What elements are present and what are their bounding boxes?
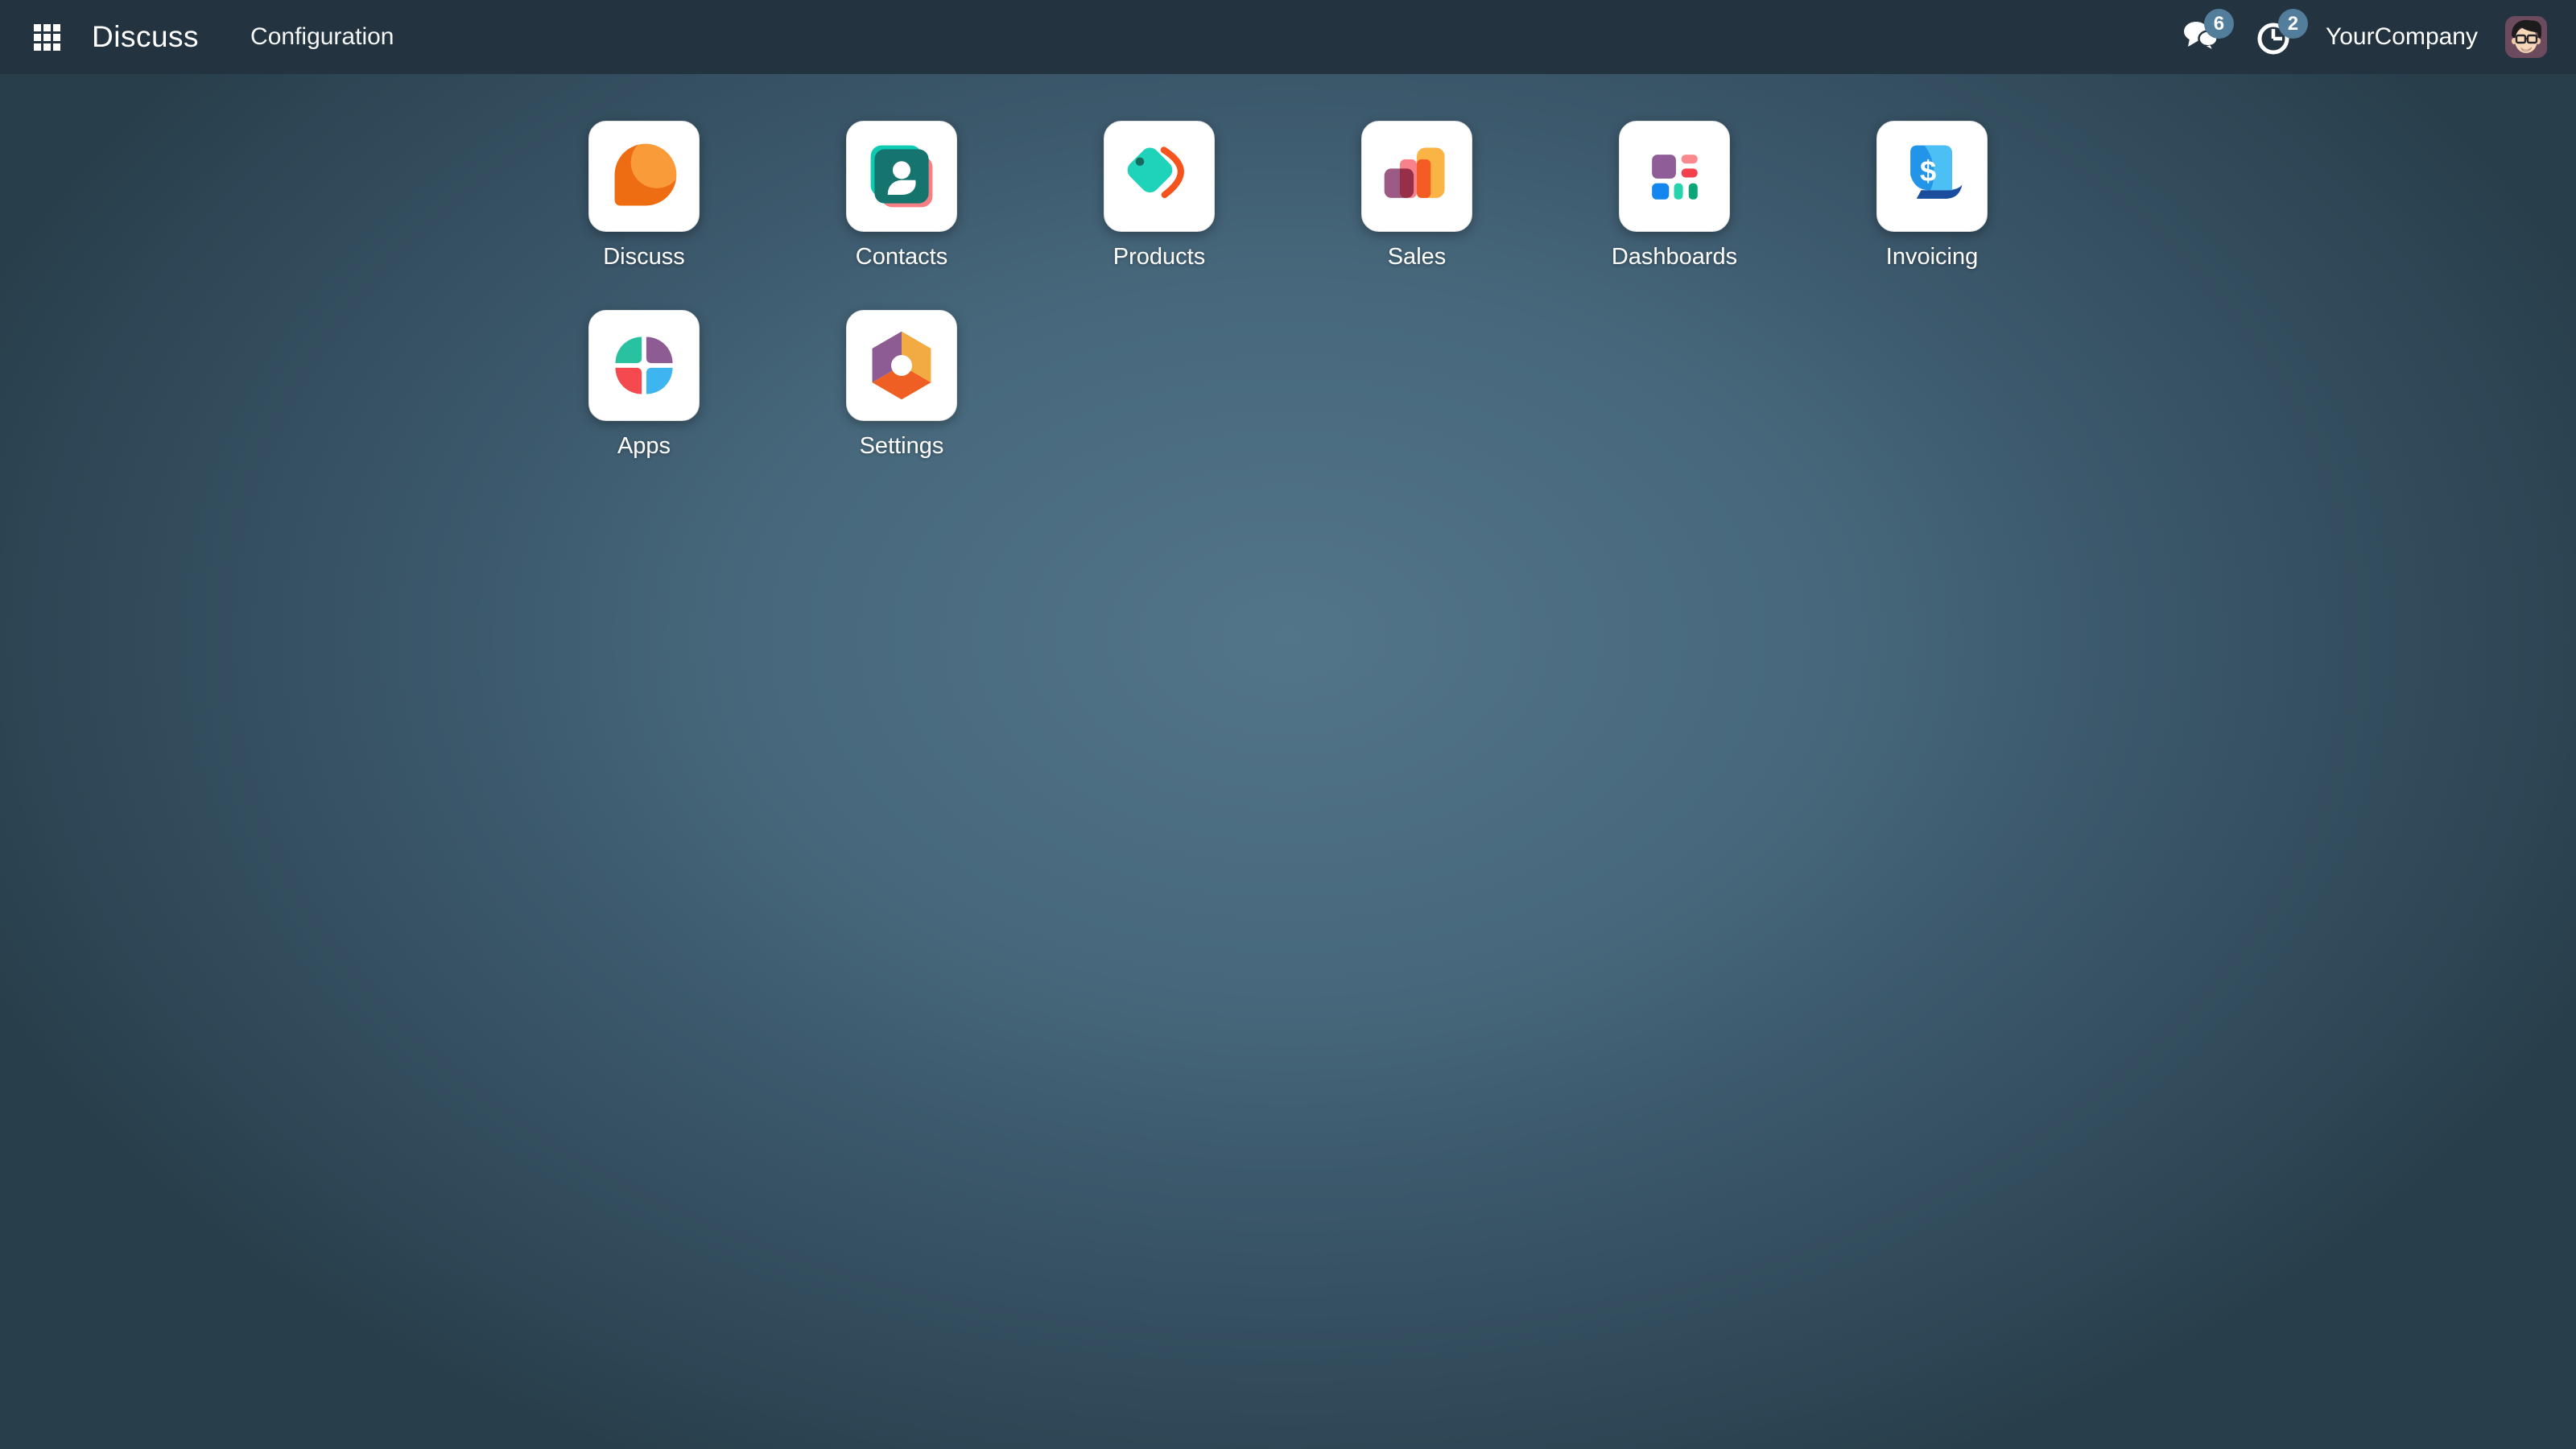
current-app-title[interactable]: Discuss — [92, 20, 199, 54]
dashboards-app-icon — [1619, 121, 1730, 232]
topbar: Discuss Configuration 6 2 YourCompany — [0, 0, 2576, 74]
sales-app-icon — [1361, 121, 1472, 232]
app-drawer: Discuss Contacts Products — [515, 121, 2061, 499]
app-apps[interactable]: Apps — [515, 310, 773, 499]
app-label: Invoicing — [1886, 244, 1978, 270]
app-contacts[interactable]: Contacts — [773, 121, 1030, 310]
app-label: Apps — [617, 433, 671, 460]
app-discuss[interactable]: Discuss — [515, 121, 773, 310]
app-menubar: Configuration — [199, 23, 398, 51]
user-avatar-image — [2505, 16, 2547, 58]
menu-configuration[interactable]: Configuration — [246, 15, 398, 58]
discuss-app-icon — [588, 121, 700, 232]
app-sales[interactable]: Sales — [1288, 121, 1546, 310]
messages-badge: 6 — [2204, 9, 2234, 39]
messages-button[interactable]: 6 — [2178, 14, 2224, 60]
activities-button[interactable]: 2 — [2252, 14, 2298, 60]
app-settings[interactable]: Settings — [773, 310, 1030, 499]
grid-icon — [34, 24, 60, 51]
app-label: Contacts — [856, 244, 947, 270]
user-avatar[interactable] — [2505, 16, 2547, 58]
contacts-app-icon — [846, 121, 957, 232]
activities-badge: 2 — [2278, 9, 2308, 39]
systray: 6 2 YourCompany — [2178, 14, 2547, 60]
app-label: Dashboards — [1612, 244, 1737, 270]
app-invoicing[interactable]: $ Invoicing — [1803, 121, 2061, 310]
svg-text:$: $ — [1920, 155, 1936, 188]
app-dashboards[interactable]: Dashboards — [1546, 121, 1803, 310]
app-label: Discuss — [603, 244, 685, 270]
app-label: Settings — [860, 433, 944, 460]
app-label: Products — [1113, 244, 1205, 270]
settings-app-icon — [846, 310, 957, 421]
products-app-icon — [1104, 121, 1215, 232]
app-products[interactable]: Products — [1030, 121, 1288, 310]
apps-app-icon — [588, 310, 700, 421]
invoicing-app-icon: $ — [1876, 121, 1988, 232]
company-name[interactable]: YourCompany — [2326, 23, 2478, 51]
apps-menu-button[interactable] — [24, 14, 69, 60]
app-label: Sales — [1388, 244, 1447, 270]
